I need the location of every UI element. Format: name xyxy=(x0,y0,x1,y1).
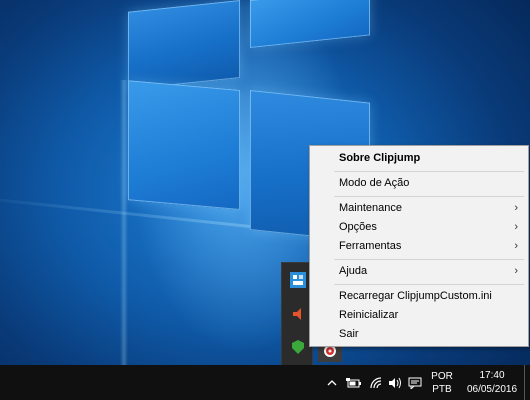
language-code: POR xyxy=(431,370,453,382)
input-language-indicator[interactable]: POR PTB xyxy=(427,365,457,400)
taskbar: POR PTB 17:40 06/05/2016 xyxy=(0,365,530,400)
keyboard-layout: PTB xyxy=(432,383,452,395)
menu-item-maintenance[interactable]: Maintenance › xyxy=(310,199,528,218)
shield-icon[interactable] xyxy=(290,339,306,355)
logo-pane-bottom-left xyxy=(128,80,240,211)
chevron-up-icon[interactable] xyxy=(324,365,340,400)
menu-item-tools[interactable]: Ferramentas › xyxy=(310,237,528,256)
clock-date: 06/05/2016 xyxy=(466,383,518,395)
clipjump-context-menu: Sobre Clipjump Modo de Ação Maintenance ›… xyxy=(309,145,529,347)
clock[interactable]: 17:40 06/05/2016 xyxy=(462,365,522,400)
menu-separator xyxy=(334,171,524,172)
chevron-right-icon: › xyxy=(514,202,518,214)
menu-item-action-mode[interactable]: Modo de Ação xyxy=(310,174,528,193)
volume-icon[interactable] xyxy=(386,365,404,400)
battery-icon[interactable] xyxy=(344,365,364,400)
menu-separator xyxy=(334,284,524,285)
clock-time: 17:40 xyxy=(479,369,505,381)
menu-separator xyxy=(334,259,524,260)
app-icon[interactable] xyxy=(290,272,306,288)
menu-item-exit[interactable]: Sair xyxy=(310,325,528,344)
wifi-icon[interactable] xyxy=(367,365,385,400)
menu-item-about[interactable]: Sobre Clipjump xyxy=(310,149,528,168)
action-center-icon[interactable] xyxy=(406,365,424,400)
menu-item-reload-custom-ini[interactable]: Recarregar ClipjumpCustom.ini xyxy=(310,287,528,306)
chevron-right-icon: › xyxy=(514,221,518,233)
menu-separator xyxy=(334,196,524,197)
chevron-right-icon: › xyxy=(514,240,518,252)
logo-pane-top-left xyxy=(128,0,240,90)
menu-item-help[interactable]: Ajuda › xyxy=(310,262,528,281)
logo-pane-top-right xyxy=(250,0,370,48)
chevron-right-icon: › xyxy=(514,265,518,277)
menu-item-options[interactable]: Opções › xyxy=(310,218,528,237)
menu-item-restart[interactable]: Reinicializar xyxy=(310,306,528,325)
show-desktop-button[interactable] xyxy=(524,365,530,400)
speaker-icon[interactable] xyxy=(290,306,306,322)
